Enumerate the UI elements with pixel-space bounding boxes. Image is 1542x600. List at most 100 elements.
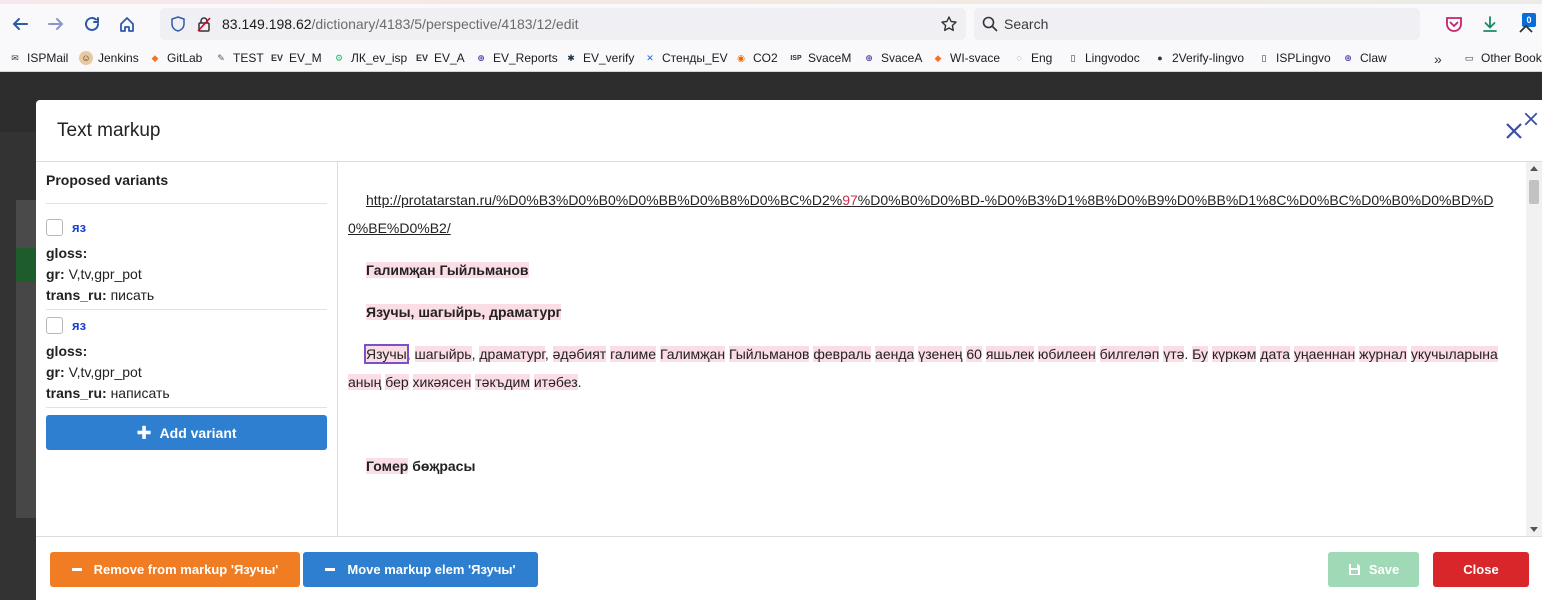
gloss-label: gloss: bbox=[46, 343, 88, 359]
markup-word[interactable]: Галимҗан Гыйльманов bbox=[366, 262, 529, 278]
bookmark-item[interactable]: ⚙ ЛК_ev_isp bbox=[332, 49, 407, 67]
insecure-lock-icon[interactable] bbox=[196, 16, 212, 32]
selected-markup-word[interactable]: Язучы bbox=[364, 344, 409, 364]
variant-gloss: gloss: bbox=[46, 343, 87, 359]
markup-word[interactable]: журнал bbox=[1359, 346, 1407, 362]
lk-icon: ⚙ bbox=[334, 52, 344, 63]
markup-word[interactable]: шагыйрь bbox=[414, 346, 472, 362]
markup-word[interactable]: итәбез bbox=[533, 374, 578, 390]
markup-word[interactable]: әдәбият bbox=[552, 346, 607, 362]
markup-word[interactable]: , шагыйрь, драматург bbox=[410, 304, 562, 320]
gloss-label: gloss: bbox=[46, 245, 88, 261]
close-button[interactable]: Close bbox=[1433, 552, 1529, 587]
markup-word[interactable]: үзенең bbox=[918, 346, 963, 362]
doc-icon: ▯ bbox=[1261, 52, 1267, 63]
scrollbar[interactable] bbox=[1526, 162, 1542, 536]
markup-word[interactable]: хикәясен bbox=[412, 374, 472, 390]
markup-word[interactable]: драматург bbox=[479, 346, 545, 362]
markup-word[interactable]: уңаеннан bbox=[1293, 346, 1356, 362]
scroll-down-icon[interactable] bbox=[1530, 527, 1538, 532]
bookmark-item[interactable]: ✱ EV_verify bbox=[564, 49, 634, 67]
bookmark-star-icon[interactable] bbox=[940, 15, 958, 33]
markup-word[interactable]: галиме bbox=[610, 346, 657, 362]
bookmark-item[interactable]: ● 2Verify-lingvo bbox=[1153, 49, 1244, 67]
markup-word[interactable]: Язучы bbox=[366, 304, 411, 320]
markup-word[interactable]: юбилеен bbox=[1037, 346, 1096, 362]
source-link[interactable]: http://protatarstan.ru/%D0%B3%D0%B0%D0%B… bbox=[348, 186, 1500, 242]
variant-checkbox[interactable] bbox=[46, 219, 63, 236]
bookmark-item[interactable]: ⊕ EV_Reports bbox=[474, 49, 557, 67]
markup-word[interactable]: укучыларына bbox=[1410, 346, 1498, 362]
bookmark-item[interactable]: ◉ CO2 bbox=[734, 49, 778, 67]
url-text[interactable]: 83.149.198.62/dictionary/4183/5/perspect… bbox=[222, 16, 579, 32]
punctuation: , bbox=[406, 346, 415, 362]
markup-word[interactable]: Гомер bbox=[366, 458, 409, 474]
bookmark-item[interactable]: ▯ ISPLingvo bbox=[1257, 49, 1331, 67]
browser-toolbar: 83.149.198.62/dictionary/4183/5/perspect… bbox=[0, 4, 1542, 42]
move-markup-button[interactable]: Move markup elem 'Язучы' bbox=[303, 552, 538, 587]
bookmark-label: WI-svace bbox=[950, 51, 1001, 65]
markup-word[interactable]: күркәм bbox=[1211, 346, 1257, 362]
search-bar[interactable]: Search bbox=[974, 8, 1420, 40]
close-icon[interactable] bbox=[1522, 110, 1540, 128]
markup-word[interactable]: февраль bbox=[813, 346, 872, 362]
minus-icon bbox=[71, 568, 82, 571]
markup-word[interactable]: аның bbox=[348, 374, 382, 390]
forward-arrow-icon bbox=[48, 18, 64, 30]
variant-checkbox[interactable] bbox=[46, 317, 63, 334]
bookmark-item[interactable]: ▯ Lingvodoc bbox=[1066, 49, 1140, 67]
save-button[interactable]: Save bbox=[1328, 552, 1419, 587]
bookmark-item[interactable]: ⊕ SvaceA bbox=[862, 49, 922, 67]
add-variant-label: Add variant bbox=[159, 424, 237, 441]
markup-word[interactable]: дата bbox=[1260, 346, 1290, 362]
globe-icon: ⊕ bbox=[865, 52, 873, 63]
markup-word[interactable]: Галимҗан bbox=[659, 346, 726, 362]
proposed-variants-title: Proposed variants bbox=[46, 172, 169, 188]
markup-word[interactable]: билгеләп bbox=[1099, 346, 1160, 362]
bookmark-item[interactable]: ☺ Jenkins bbox=[79, 49, 139, 67]
variant-trans: trans_ru: писать bbox=[46, 287, 154, 303]
back-button[interactable] bbox=[6, 10, 34, 38]
download-icon[interactable] bbox=[1480, 14, 1500, 34]
scroll-up-icon[interactable] bbox=[1530, 166, 1538, 171]
markup-word[interactable]: 60 bbox=[966, 346, 982, 362]
remove-from-markup-button[interactable]: Remove from markup 'Язучы' bbox=[50, 552, 300, 587]
link-part: http://protatarstan.ru/%D0%B3%D0%B0%D0%B… bbox=[366, 192, 843, 208]
bookmark-label: SvaceA bbox=[881, 51, 923, 65]
home-button[interactable] bbox=[113, 10, 141, 38]
shield-icon[interactable] bbox=[170, 16, 186, 32]
extensions-chevron-icon[interactable] bbox=[1516, 20, 1536, 40]
markup-word[interactable]: Бу bbox=[1192, 346, 1209, 362]
variant-gr: gr: V,tv,gpr_pot bbox=[46, 266, 142, 282]
markup-word[interactable]: аенда bbox=[875, 346, 915, 362]
reload-button[interactable] bbox=[78, 10, 106, 38]
bookmark-item[interactable]: EV EV_M bbox=[270, 49, 322, 67]
other-bookmarks[interactable]: ▭ Other Book bbox=[1462, 49, 1542, 67]
proposed-variants-panel: Proposed variants яз gloss: gr: V,tv,gpr… bbox=[36, 162, 338, 536]
remove-label: Remove from markup 'Язучы' bbox=[93, 562, 279, 577]
punctuation: , bbox=[544, 346, 553, 362]
bookmark-item[interactable]: ◆ GitLab bbox=[148, 49, 203, 67]
scroll-thumb[interactable] bbox=[1529, 180, 1539, 204]
bookmark-item[interactable]: ⊕ Claw bbox=[1341, 49, 1386, 67]
markup-word[interactable]: яшьлек bbox=[985, 346, 1035, 362]
bookmark-item[interactable]: ISP SvaceM bbox=[789, 49, 851, 67]
bookmark-label: EV_A bbox=[434, 51, 465, 65]
bookmark-item[interactable]: ✉ ISPMail bbox=[8, 49, 68, 67]
markup-word[interactable]: бер bbox=[385, 374, 409, 390]
forward-button[interactable] bbox=[42, 10, 70, 38]
bookmark-item[interactable]: ✕ Стенды_EV bbox=[643, 49, 727, 67]
backdrop-block bbox=[16, 282, 36, 518]
markup-word[interactable]: үтә bbox=[1163, 346, 1185, 362]
bookmark-item[interactable]: EV EV_A bbox=[415, 49, 465, 67]
markup-word[interactable]: Гыйльманов bbox=[728, 346, 810, 362]
markup-word[interactable]: тәкъдим bbox=[475, 374, 530, 390]
bookmarks-overflow-chevron-icon[interactable]: » bbox=[1434, 51, 1442, 67]
address-bar[interactable]: 83.149.198.62/dictionary/4183/5/perspect… bbox=[160, 8, 966, 40]
bookmark-item[interactable]: ◌ Eng bbox=[1012, 49, 1052, 67]
verify-icon: ✱ bbox=[567, 52, 575, 63]
add-variant-button[interactable]: ✚ Add variant bbox=[46, 415, 327, 450]
bookmark-item[interactable]: ◆ WI-svace bbox=[931, 49, 1000, 67]
bookmark-item[interactable]: ✎ TEST bbox=[214, 49, 263, 67]
pocket-icon[interactable] bbox=[1444, 14, 1464, 34]
